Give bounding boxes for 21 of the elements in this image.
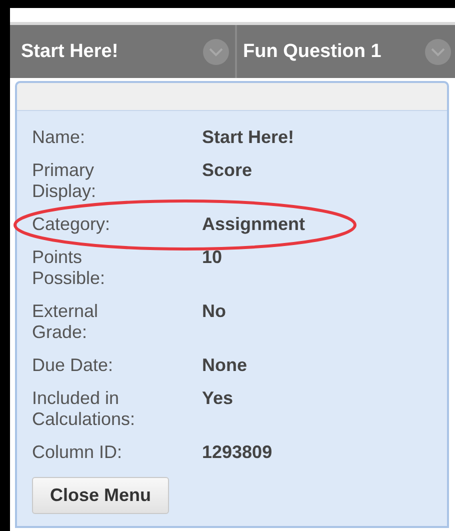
- field-label: Due Date:: [32, 355, 114, 376]
- field-label: Points Possible:: [32, 247, 106, 289]
- chevron-down-icon[interactable]: [425, 38, 451, 64]
- field-value: Start Here!: [202, 127, 294, 148]
- field-label: Column ID:: [32, 442, 124, 463]
- field-label: External Grade:: [32, 301, 100, 343]
- field-value: None: [202, 355, 247, 376]
- field-value: Assignment: [202, 214, 306, 235]
- field-label: Name:: [32, 127, 86, 148]
- column-header[interactable]: Fun Question 1: [237, 25, 455, 78]
- column-header[interactable]: Start Here!: [15, 25, 237, 78]
- field-label: Included in Calculations:: [32, 388, 136, 430]
- field-value: Score: [202, 160, 252, 182]
- chevron-down-icon[interactable]: [203, 38, 229, 64]
- field-value: No: [202, 301, 226, 323]
- field-label: Category:: [32, 214, 112, 235]
- field-value: 10: [202, 247, 222, 269]
- field-value: Yes: [202, 388, 234, 410]
- close-menu-button[interactable]: Close Menu: [32, 477, 170, 514]
- field-label: Primary Display:: [32, 160, 98, 202]
- field-value: 1293809: [202, 442, 272, 463]
